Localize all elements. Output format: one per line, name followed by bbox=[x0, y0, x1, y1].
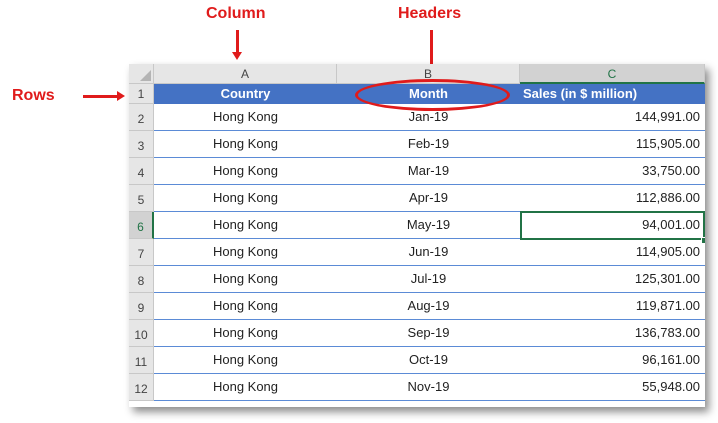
cell-sales[interactable]: 96,161.00 bbox=[520, 347, 700, 373]
cell-sales[interactable]: 119,871.00 bbox=[520, 293, 700, 319]
row-header-4[interactable]: 4 bbox=[129, 158, 154, 185]
cell-country[interactable]: Hong Kong bbox=[154, 212, 337, 238]
cell-sales[interactable]: 136,783.00 bbox=[520, 320, 700, 346]
table-row: Hong Kong Mar-19 33,750.00 bbox=[154, 158, 705, 185]
row-header-5[interactable]: 5 bbox=[129, 185, 154, 212]
table-row: Hong Kong Sep-19 136,783.00 bbox=[154, 320, 705, 347]
table-row: Hong Kong Feb-19 115,905.00 bbox=[154, 131, 705, 158]
row-header-1[interactable]: 1 bbox=[129, 84, 154, 104]
cell-sales[interactable]: 144,991.00 bbox=[520, 104, 700, 130]
select-all-triangle-icon bbox=[140, 70, 151, 81]
table-row: Hong Kong Jul-19 125,301.00 bbox=[154, 266, 705, 293]
row-header-9[interactable]: 9 bbox=[129, 293, 154, 320]
cell-month[interactable]: Jul-19 bbox=[337, 266, 520, 292]
row-header-3[interactable]: 3 bbox=[129, 131, 154, 158]
table-row: Hong Kong Aug-19 119,871.00 bbox=[154, 293, 705, 320]
spreadsheet-grid: A B C 1 2 3 4 5 6 7 8 9 10 11 12 Country… bbox=[129, 64, 705, 407]
table-row: Hong Kong Oct-19 96,161.00 bbox=[154, 347, 705, 374]
row-header-6[interactable]: 6 bbox=[129, 212, 154, 239]
rows-annotation-label: Rows bbox=[12, 87, 55, 104]
cell-month[interactable]: Apr-19 bbox=[337, 185, 520, 211]
active-cell-outline[interactable] bbox=[520, 211, 705, 240]
row-header-11[interactable]: 11 bbox=[129, 347, 154, 374]
cell-sales[interactable]: 112,886.00 bbox=[520, 185, 700, 211]
column-header-c[interactable]: C bbox=[520, 64, 705, 84]
cell-sales[interactable]: 125,301.00 bbox=[520, 266, 700, 292]
row-header-10[interactable]: 10 bbox=[129, 320, 154, 347]
headers-annotation-label: Headers bbox=[398, 5, 462, 22]
cell-country[interactable]: Hong Kong bbox=[154, 239, 337, 265]
column-header-a[interactable]: A bbox=[154, 64, 337, 84]
cell-country[interactable]: Hong Kong bbox=[154, 374, 337, 400]
cell-country[interactable]: Hong Kong bbox=[154, 266, 337, 292]
cell-country[interactable]: Hong Kong bbox=[154, 320, 337, 346]
cell-month[interactable]: Mar-19 bbox=[337, 158, 520, 184]
cell-country[interactable]: Hong Kong bbox=[154, 158, 337, 184]
cell-month[interactable]: Oct-19 bbox=[337, 347, 520, 373]
cell-country[interactable]: Hong Kong bbox=[154, 131, 337, 157]
cell-country[interactable]: Hong Kong bbox=[154, 104, 337, 130]
table-row: Hong Kong Nov-19 55,948.00 bbox=[154, 374, 705, 401]
row-header-2[interactable]: 2 bbox=[129, 104, 154, 131]
column-annotation-label: Column bbox=[206, 5, 266, 22]
row-header-8[interactable]: 8 bbox=[129, 266, 154, 293]
table-row: Hong Kong Jun-19 114,905.00 bbox=[154, 239, 705, 266]
row-header-7[interactable]: 7 bbox=[129, 239, 154, 266]
cell-country[interactable]: Hong Kong bbox=[154, 347, 337, 373]
headers-highlight-ellipse bbox=[355, 79, 510, 111]
cell-month[interactable]: Aug-19 bbox=[337, 293, 520, 319]
cell-sales[interactable]: 115,905.00 bbox=[520, 131, 700, 157]
cell-sales[interactable]: 55,948.00 bbox=[520, 374, 700, 400]
cell-sales[interactable]: 114,905.00 bbox=[520, 239, 700, 265]
table-row: Hong Kong Apr-19 112,886.00 bbox=[154, 185, 705, 212]
cell-month[interactable]: May-19 bbox=[337, 212, 520, 238]
cell-month[interactable]: Sep-19 bbox=[337, 320, 520, 346]
row-header-12[interactable]: 12 bbox=[129, 374, 154, 401]
fill-handle[interactable] bbox=[701, 237, 705, 244]
header-cell-sales[interactable]: Sales (in $ million) bbox=[523, 84, 703, 104]
header-cell-country[interactable]: Country bbox=[154, 84, 337, 104]
cell-sales[interactable]: 33,750.00 bbox=[520, 158, 700, 184]
cell-month[interactable]: Nov-19 bbox=[337, 374, 520, 400]
cell-month[interactable]: Feb-19 bbox=[337, 131, 520, 157]
cell-month[interactable]: Jun-19 bbox=[337, 239, 520, 265]
select-all-corner[interactable] bbox=[129, 64, 154, 84]
cell-country[interactable]: Hong Kong bbox=[154, 293, 337, 319]
cell-country[interactable]: Hong Kong bbox=[154, 185, 337, 211]
